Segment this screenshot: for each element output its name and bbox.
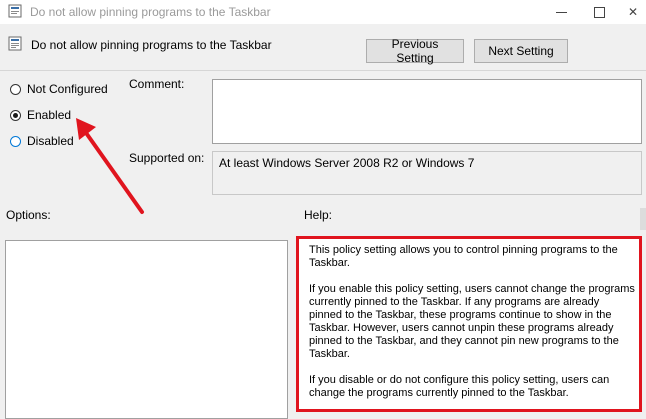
comment-field[interactable] [212,79,642,144]
radio-enabled[interactable]: Enabled [10,107,71,123]
options-label: Options: [6,208,51,222]
radio-disabled[interactable]: Disabled [10,133,74,149]
help-label: Help: [304,208,333,222]
previous-setting-button[interactable]: Previous Setting [366,37,464,65]
radio-not-configured[interactable]: Not Configured [10,81,108,97]
help-paragraph: If you disable or do not configure this … [309,374,610,399]
close-button[interactable]: ✕ [616,0,646,24]
header-divider [0,70,646,71]
maximize-icon [593,6,605,18]
radio-button-checked[interactable] [10,109,21,121]
policy-setting-icon [8,36,22,51]
help-pane-highlighted[interactable]: This policy setting allows you to contro… [296,236,642,412]
window-title: Do not allow pinning programs to the Tas… [30,5,271,19]
options-pane[interactable] [5,240,288,419]
radio-label: Enabled [27,108,72,122]
scrollbar[interactable] [640,208,646,230]
help-paragraph: This policy setting allows you to contro… [309,244,618,269]
radio-button[interactable] [10,135,21,147]
radio-label: Disabled [27,134,74,148]
close-icon: ✕ [627,5,639,19]
minimize-icon [555,11,567,13]
setting-title: Do not allow pinning programs to the Tas… [31,38,272,52]
supported-on-value: At least Windows Server 2008 R2 or Windo… [212,151,642,195]
policy-app-icon [8,4,22,18]
comment-label: Comment: [129,77,185,91]
annotation-arrow-icon [76,118,144,214]
help-text: This policy setting allows you to contro… [299,239,639,400]
help-paragraph: If you enable this policy setting, users… [309,283,635,360]
next-setting-button[interactable]: Next Setting [474,39,568,63]
radio-label: Not Configured [27,82,108,96]
maximize-button[interactable] [582,0,616,24]
minimize-button[interactable] [544,0,578,24]
radio-button[interactable] [10,83,21,95]
